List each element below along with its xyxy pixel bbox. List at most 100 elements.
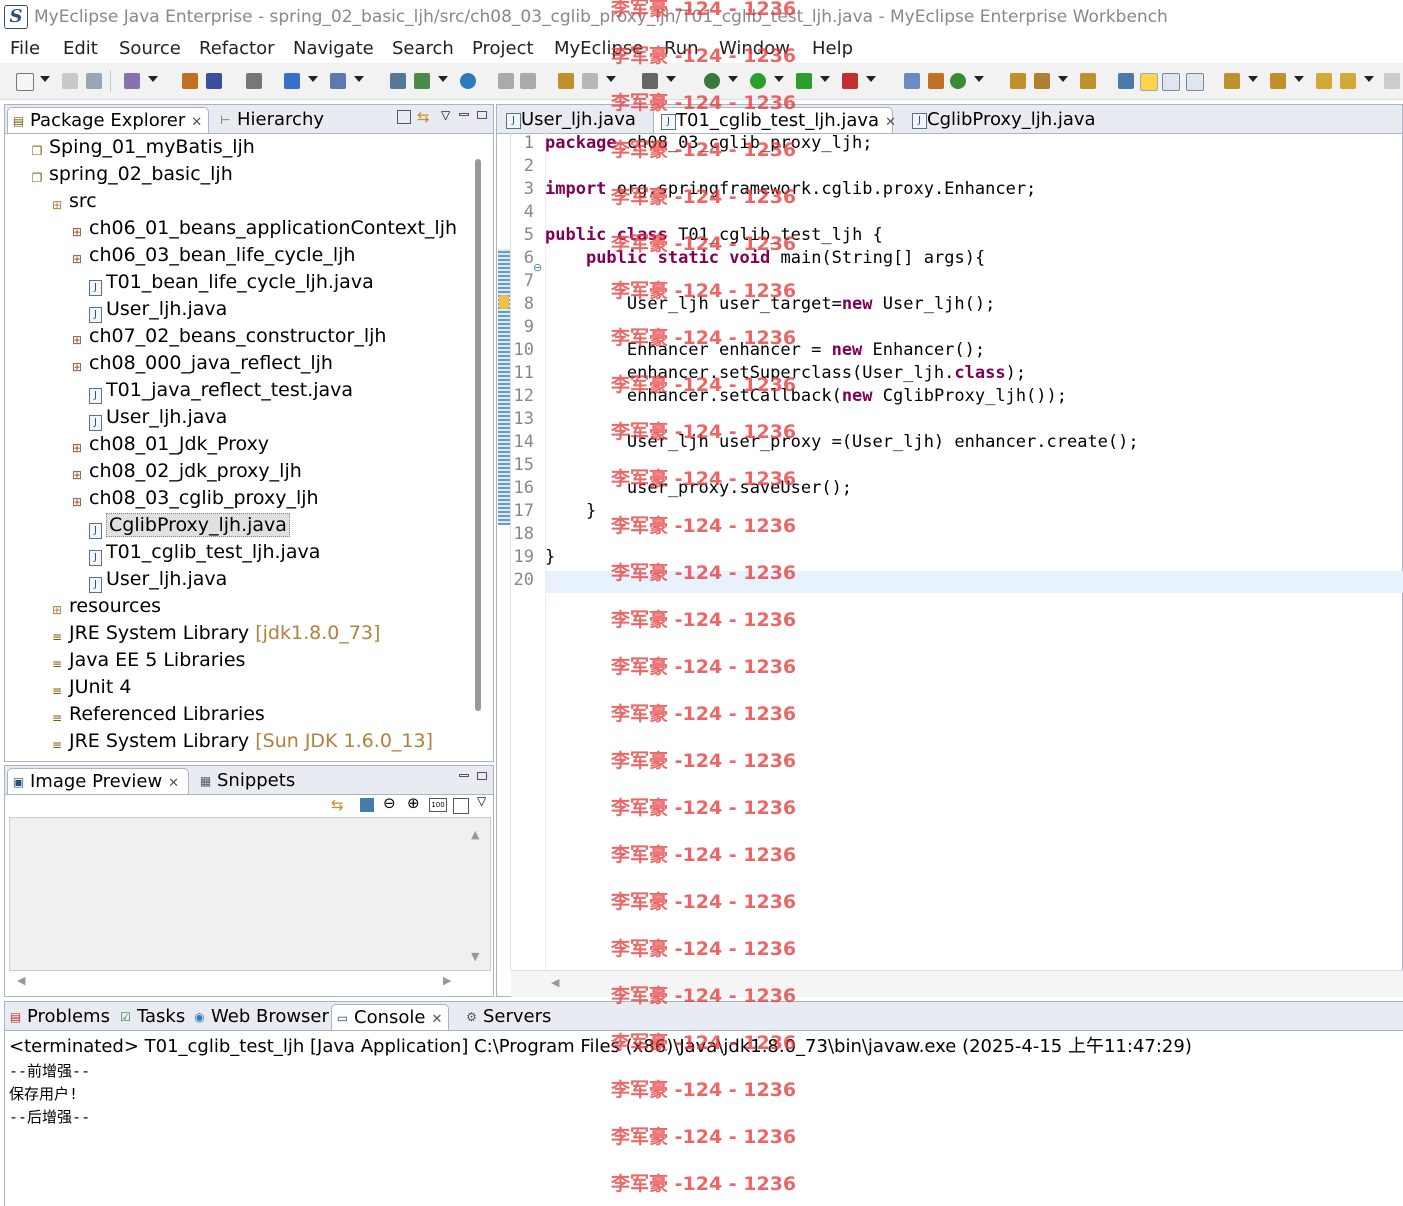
code-line[interactable]: } (545, 547, 555, 567)
tree-item[interactable]: ≡ JUnit 4 (49, 674, 131, 701)
maximize-icon[interactable] (477, 111, 487, 119)
pen-dropdown-icon[interactable] (1058, 76, 1068, 82)
tab-snippets[interactable]: ▦ Snippets (195, 768, 299, 794)
open-type-icon[interactable] (124, 73, 140, 89)
tree-item[interactable]: ❐ spring_02_basic_ljh (29, 161, 233, 188)
next-annotation-dropdown-icon[interactable] (1248, 76, 1258, 82)
scroll-left-icon[interactable]: ◀ (17, 974, 25, 987)
link-icon[interactable]: ⇆ (331, 796, 344, 814)
tab-hierarchy[interactable]: ⊢ Hierarchy (215, 107, 333, 133)
block-select-icon[interactable] (1162, 73, 1180, 91)
fit-icon[interactable] (360, 798, 374, 812)
tab-servers[interactable]: ⚙ Servers (461, 1004, 553, 1030)
tree-item[interactable]: ⊞ ch06_01_beans_applicationContext_ljh (69, 215, 457, 242)
view-menu-icon[interactable]: ▽ (441, 108, 450, 122)
tree-item[interactable]: ❐ Sping_01_myBatis_ljh (29, 134, 255, 161)
zoom-in-icon[interactable]: ⊕ (407, 794, 420, 812)
tab-package-explorer[interactable]: ▤ Package Explorer ✕ (7, 107, 209, 133)
new-class-icon[interactable] (950, 73, 966, 89)
menu-navigate[interactable]: Navigate (293, 38, 374, 59)
tool-icon-b[interactable] (582, 73, 598, 89)
minimize-icon[interactable] (459, 774, 469, 777)
tree-item[interactable]: ≡ JRE System Library [jdk1.8.0_73] (49, 620, 380, 647)
tree-item[interactable]: ≡ JRE System Library [Sun JDK 1.6.0_13] (49, 728, 433, 755)
run-external-icon[interactable] (796, 73, 812, 89)
rotate-icon[interactable] (453, 798, 469, 814)
menu-project[interactable]: Project (472, 38, 534, 59)
forward-icon[interactable] (1384, 73, 1400, 89)
tree-item[interactable]: J T01_bean_life_cycle_ljh.java (87, 269, 374, 296)
minimize-icon[interactable] (459, 113, 469, 116)
tree-item[interactable]: J CglibProxy_ljh.java (87, 512, 290, 539)
camera-dropdown-icon[interactable] (666, 76, 676, 82)
next-annotation-icon[interactable] (1224, 73, 1240, 89)
run-external-dropdown-icon[interactable] (820, 76, 830, 82)
menu-help[interactable]: Help (812, 38, 853, 59)
print-icon[interactable] (86, 73, 102, 89)
debug-icon[interactable] (704, 73, 720, 89)
tab-image-preview[interactable]: ▣ Image Preview ✕ (7, 768, 189, 794)
prev-annotation-icon[interactable] (1270, 73, 1286, 89)
tool-icon-a[interactable] (558, 73, 574, 89)
debug-dropdown-icon[interactable] (728, 76, 738, 82)
tree-scrollbar[interactable] (475, 159, 481, 711)
view-menu-icon[interactable]: ▽ (477, 794, 486, 808)
browser-globe-icon[interactable] (460, 73, 476, 89)
folder-icon[interactable] (1080, 73, 1096, 89)
tab-problems[interactable]: ▤ Problems (5, 1004, 117, 1030)
server-icon[interactable] (206, 73, 222, 89)
web-project-icon[interactable] (390, 73, 406, 89)
new-dropdown-icon[interactable] (40, 76, 50, 82)
highlight-icon[interactable] (1140, 73, 1158, 91)
back-history-icon[interactable] (498, 73, 514, 89)
ejb-dropdown-icon[interactable] (438, 76, 448, 82)
tab-cglibproxy-ljh[interactable]: J CglibProxy_ljh.java (905, 107, 1111, 133)
actual-size-icon[interactable]: 100 (429, 798, 447, 812)
close-icon[interactable]: ✕ (168, 776, 179, 791)
back-icon[interactable] (1340, 73, 1356, 89)
menu-search[interactable]: Search (392, 38, 454, 59)
stop-dropdown-icon[interactable] (866, 76, 876, 82)
search-tool-icon[interactable] (330, 73, 346, 89)
scroll-up-icon[interactable]: ▲ (471, 828, 479, 841)
mark-occurrences-icon[interactable] (1118, 73, 1134, 89)
link-with-editor-icon[interactable]: ⇆ (417, 108, 430, 126)
scroll-left-icon[interactable]: ◀ (551, 976, 559, 989)
tree-item[interactable]: ⊞ ch08_01_Jdk_Proxy (69, 431, 269, 458)
terminal-icon[interactable] (246, 73, 262, 89)
prev-annotation-dropdown-icon[interactable] (1294, 76, 1304, 82)
new-java-project-icon[interactable] (904, 73, 920, 89)
run-icon[interactable] (750, 73, 766, 89)
tab-console[interactable]: ▭ Console ✕ (331, 1004, 449, 1030)
close-icon[interactable]: ✕ (191, 115, 202, 130)
tree-item[interactable]: J User_ljh.java (87, 404, 227, 431)
tab-web-browser[interactable]: ◉ Web Browser (189, 1004, 331, 1030)
stop-icon[interactable] (842, 73, 858, 89)
tree-item[interactable]: ⊞ ch08_03_cglib_proxy_ljh (69, 485, 319, 512)
close-icon[interactable]: ✕ (431, 1012, 442, 1027)
ejb-icon[interactable] (414, 73, 430, 89)
fold-icon[interactable]: ⊖ (533, 261, 542, 274)
whitespace-icon[interactable] (1186, 73, 1204, 91)
deploy-icon[interactable] (182, 73, 198, 89)
open-folder-icon[interactable] (1010, 73, 1026, 89)
save-icon[interactable] (62, 73, 78, 89)
close-icon[interactable]: ✕ (885, 115, 896, 130)
scroll-down-icon[interactable]: ▼ (471, 950, 479, 963)
open-type-dropdown-icon[interactable] (148, 76, 158, 82)
tab-tasks[interactable]: ☑ Tasks (115, 1004, 193, 1030)
new-class-dropdown-icon[interactable] (974, 76, 984, 82)
code-line[interactable]: } (545, 501, 596, 521)
tree-item[interactable]: ⊞ ch07_02_beans_constructor_ljh (69, 323, 386, 350)
tree-item[interactable]: J User_ljh.java (87, 296, 227, 323)
tree-item[interactable]: J User_ljh.java (87, 566, 227, 593)
maximize-icon[interactable] (477, 772, 487, 780)
run-dropdown-icon[interactable] (774, 76, 784, 82)
camera-icon[interactable] (642, 73, 658, 89)
tree-item[interactable]: ⊞ resources (49, 593, 161, 620)
menu-refactor[interactable]: Refactor (199, 38, 275, 59)
tree-item[interactable]: ≡ Referenced Libraries (49, 701, 265, 728)
menu-file[interactable]: File (10, 38, 40, 59)
menu-source[interactable]: Source (119, 38, 181, 59)
menu-edit[interactable]: Edit (63, 38, 98, 59)
